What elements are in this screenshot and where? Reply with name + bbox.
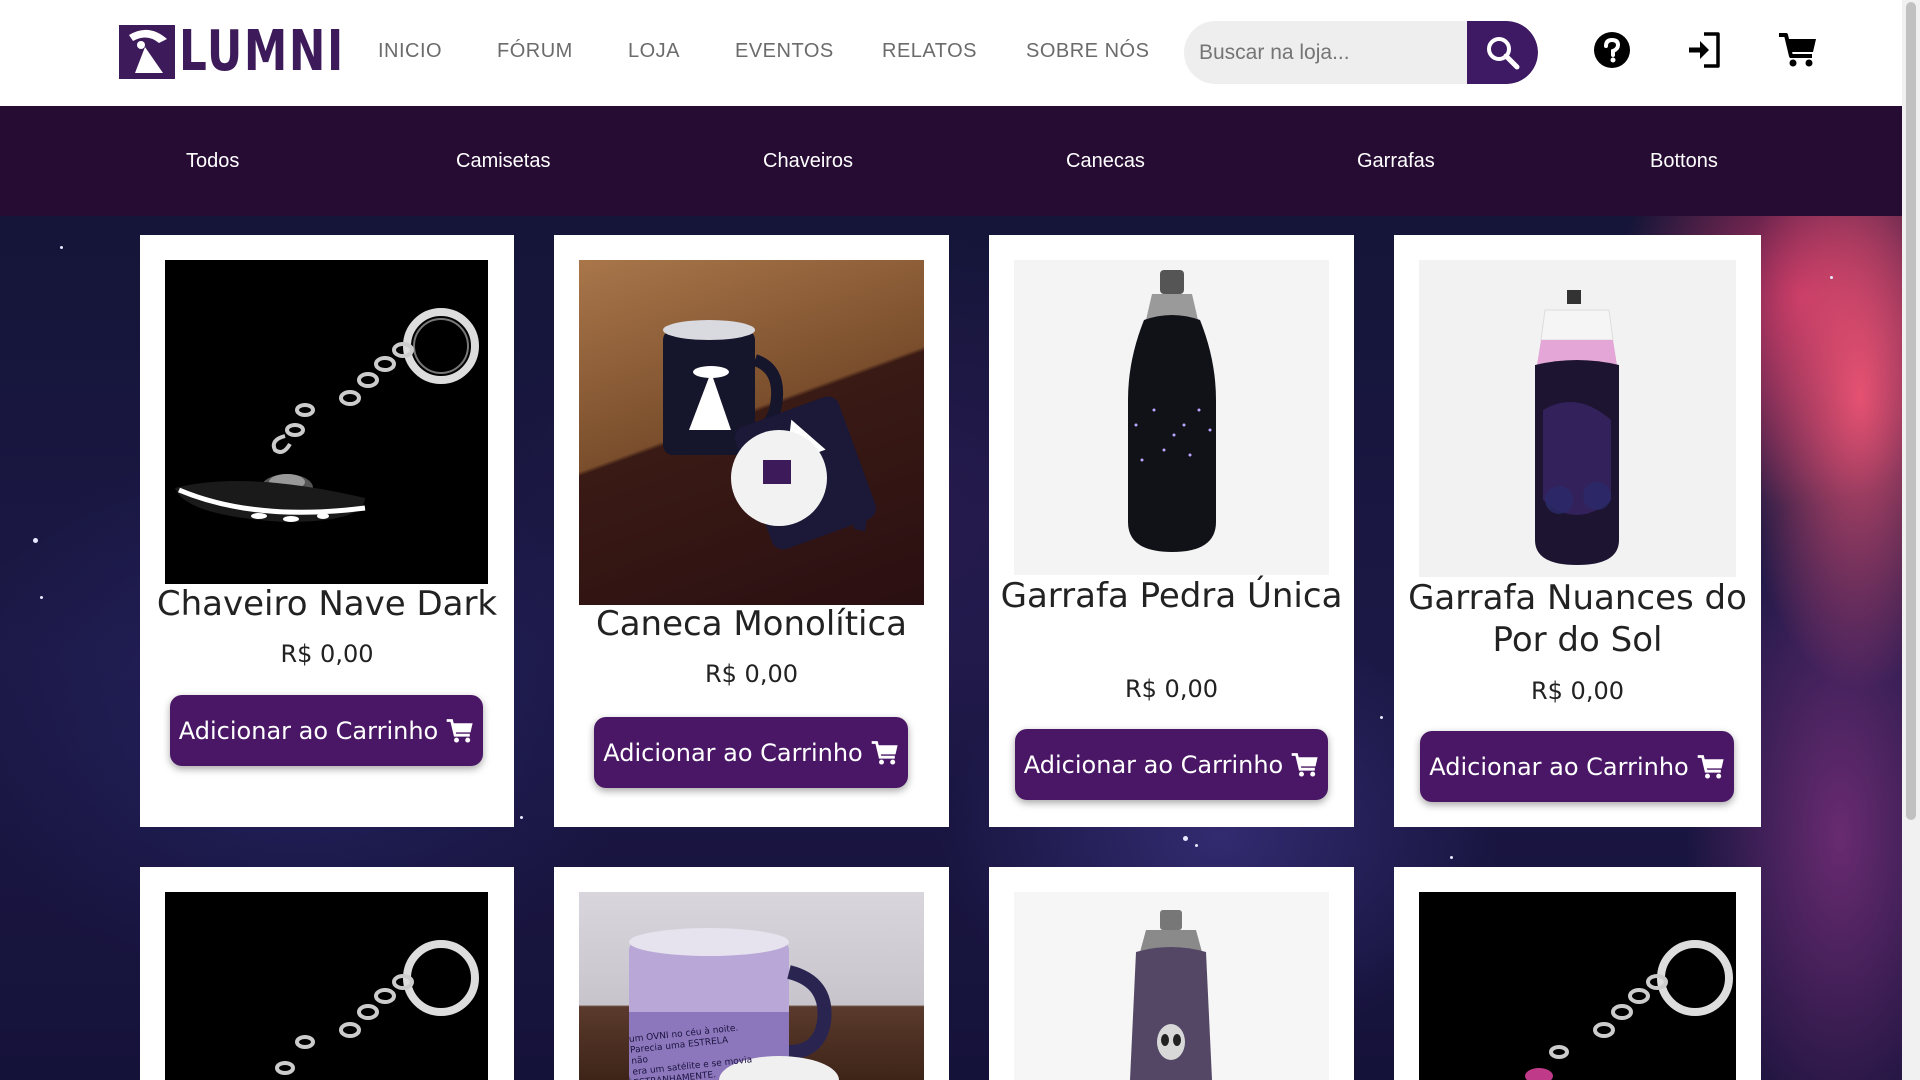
- scrollbar-thumb[interactable]: [1906, 2, 1916, 820]
- product-name: Caneca Monolítica: [595, 604, 908, 644]
- product-card: Caneca Monolítica R$ 0,00 Adicionar ao C…: [554, 235, 949, 827]
- top-header: LUMNI INICIO FÓRUM LOJA EVENTOS RELATOS …: [0, 0, 1902, 106]
- product-card: um OVNI no céu à noite. Parecia uma ESTR…: [554, 867, 949, 1080]
- purple-galaxy-bottle-image: [1535, 290, 1619, 565]
- cart-icon: [871, 740, 898, 765]
- product-name: Garrafa Nuances do Por do Sol: [1408, 578, 1747, 660]
- page-scrollbar[interactable]: [1902, 0, 1920, 1080]
- ufo-logo-icon: [119, 25, 175, 79]
- cart-icon: [446, 718, 473, 743]
- add-to-cart-label: Adicionar ao Carrinho: [1023, 750, 1284, 779]
- product-image[interactable]: [579, 260, 924, 605]
- product-image[interactable]: um OVNI no céu à noite. Parecia uma ESTR…: [579, 892, 924, 1080]
- category-garrafas[interactable]: Garrafas: [1357, 150, 1435, 173]
- category-bottons[interactable]: Bottons: [1650, 150, 1718, 173]
- product-image[interactable]: [1419, 260, 1736, 577]
- product-card: [1394, 867, 1761, 1080]
- ufo-keychain-image: [275, 940, 479, 1075]
- add-to-cart-button[interactable]: Adicionar ao Carrinho: [1015, 729, 1328, 800]
- product-card: Chaveiro Nave Dark R$ 0,00 Adicionar ao …: [140, 235, 514, 827]
- login-icon: [1689, 32, 1720, 68]
- help-icon: [1594, 32, 1630, 68]
- dark-starry-bottle-image: [1128, 270, 1216, 552]
- search-icon: [1486, 36, 1519, 69]
- product-price: R$ 0,00: [1530, 677, 1624, 705]
- product-card: Garrafa Nuances do Por do Sol R$ 0,00 Ad…: [1394, 235, 1761, 827]
- product-price: R$ 0,00: [1124, 675, 1218, 703]
- add-to-cart-label: Adicionar ao Carrinho: [178, 716, 439, 745]
- product-image[interactable]: [1014, 260, 1329, 575]
- brand-logo[interactable]: LUMNI: [119, 19, 392, 84]
- product-card: [989, 867, 1354, 1080]
- nav-inicio[interactable]: INICIO: [378, 40, 442, 63]
- ufo-keychain-image: [175, 308, 479, 522]
- add-to-cart-button[interactable]: Adicionar ao Carrinho: [1420, 731, 1734, 802]
- add-to-cart-label: Adicionar ao Carrinho: [1429, 752, 1689, 781]
- add-to-cart-button[interactable]: Adicionar ao Carrinho: [170, 695, 483, 766]
- help-button[interactable]: [1590, 28, 1634, 72]
- category-canecas[interactable]: Canecas: [1066, 150, 1145, 173]
- add-to-cart-label: Adicionar ao Carrinho: [603, 738, 863, 767]
- search-button[interactable]: [1467, 21, 1538, 84]
- nav-loja[interactable]: LOJA: [628, 40, 680, 63]
- product-image[interactable]: [1419, 892, 1736, 1080]
- category-todos[interactable]: Todos: [186, 150, 239, 173]
- search-bar: [1184, 21, 1538, 84]
- product-image[interactable]: [165, 260, 488, 584]
- category-bar: Todos Camisetas Chaveiros Canecas Garraf…: [0, 106, 1902, 216]
- product-price: R$ 0,00: [704, 660, 798, 688]
- ufo-mugs-image: [663, 320, 876, 550]
- category-chaveiros[interactable]: Chaveiros: [763, 150, 853, 173]
- product-image[interactable]: [165, 892, 488, 1080]
- cart-icon: [1291, 752, 1318, 777]
- cart-icon: [1779, 33, 1816, 67]
- category-camisetas[interactable]: Camisetas: [456, 150, 550, 173]
- search-input[interactable]: [1184, 21, 1468, 84]
- nav-forum[interactable]: FÓRUM: [497, 40, 573, 63]
- add-to-cart-button[interactable]: Adicionar ao Carrinho: [594, 717, 908, 788]
- product-price: R$ 0,00: [280, 640, 374, 668]
- alien-bottle-image: [1130, 910, 1212, 1080]
- product-name: Chaveiro Nave Dark: [156, 584, 498, 624]
- product-image[interactable]: [1014, 892, 1329, 1080]
- product-card: Garrafa Pedra Única R$ 0,00 Adicionar ao…: [989, 235, 1354, 827]
- product-card: [140, 867, 514, 1080]
- product-name: Garrafa Pedra Única: [1000, 576, 1343, 616]
- cart-icon: [1697, 754, 1724, 779]
- ufo-keychain-pink-image: [1525, 940, 1733, 1080]
- login-button[interactable]: [1682, 28, 1726, 72]
- nav-sobre-nos[interactable]: SOBRE NÓS: [1026, 40, 1149, 63]
- nav-relatos[interactable]: RELATOS: [882, 40, 977, 63]
- brand-name: LUMNI: [179, 19, 345, 84]
- cart-button[interactable]: [1776, 28, 1820, 72]
- nav-eventos[interactable]: EVENTOS: [735, 40, 834, 63]
